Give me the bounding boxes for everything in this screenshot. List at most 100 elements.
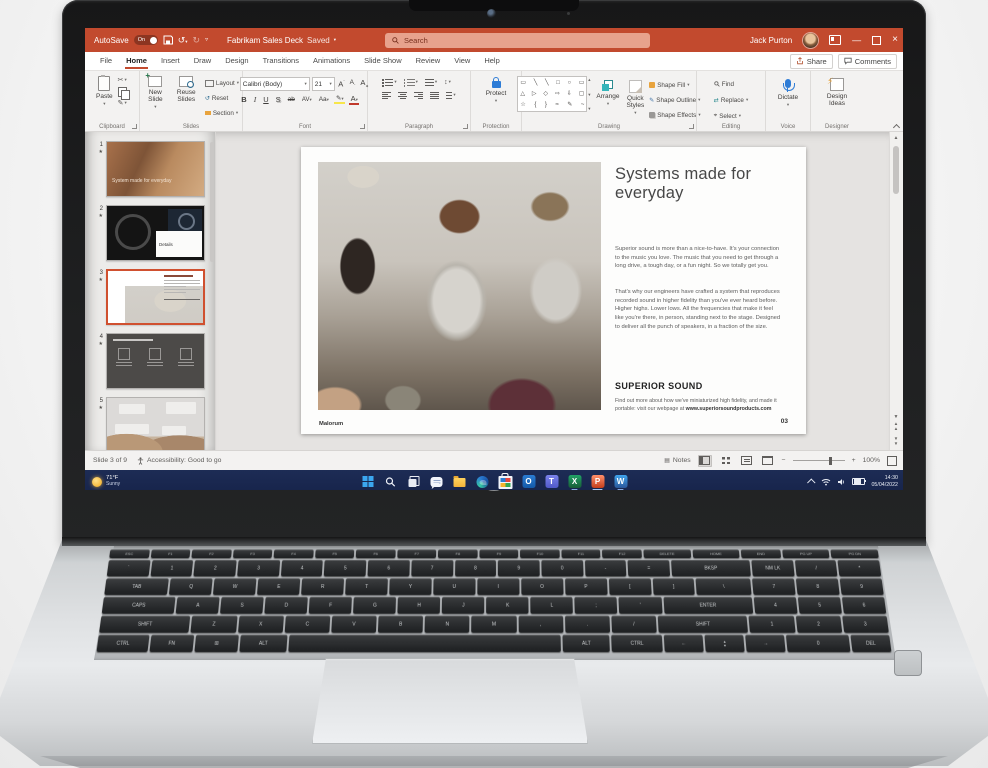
key-f4[interactable]: F4: [274, 549, 314, 558]
shape-glyph[interactable]: ▷: [532, 91, 537, 97]
key-5[interactable]: 5: [798, 597, 842, 614]
shrink-font-button[interactable]: Aˇ: [348, 80, 357, 87]
key-8[interactable]: 8: [796, 578, 840, 595]
vertical-scrollbar[interactable]: ▲ ▼ ▲▲ ▼▼: [889, 132, 903, 450]
taskbar-excel-icon[interactable]: X: [568, 473, 582, 490]
taskbar-powerpoint-icon[interactable]: P: [591, 473, 605, 490]
weather-widget[interactable]: 71°F Sunny: [85, 475, 120, 487]
key-f7[interactable]: F7: [397, 549, 436, 558]
document-title[interactable]: Fabrikam Sales Deck Saved ▾: [227, 36, 336, 45]
slide-indicator[interactable]: Slide 3 of 9: [93, 457, 127, 464]
key-i[interactable]: I: [477, 578, 519, 595]
new-slide-button[interactable]: New Slide▾: [143, 74, 168, 112]
protect-button[interactable]: Protect▾: [484, 74, 509, 106]
shapes-scroll-up-icon[interactable]: ▲: [587, 77, 591, 82]
key-v[interactable]: V: [331, 616, 377, 633]
select-button[interactable]: ⌖Select▾: [714, 110, 748, 122]
key-a[interactable]: A: [176, 597, 220, 614]
arrange-button[interactable]: Arrange▾: [594, 76, 621, 109]
key-6[interactable]: 6: [368, 560, 410, 576]
format-painter-button[interactable]: ✎▾: [118, 100, 130, 107]
key-enter[interactable]: ENTER: [663, 597, 753, 614]
shape-fill-button[interactable]: Shape Fill▾: [649, 79, 700, 91]
key-9[interactable]: 9: [498, 560, 540, 576]
key-f[interactable]: F: [309, 597, 352, 614]
key-b[interactable]: B: [378, 616, 423, 633]
zoom-out-button[interactable]: −: [782, 457, 786, 464]
taskbar-outlook-icon[interactable]: O: [522, 473, 536, 490]
slide-1-thumbnail[interactable]: System made for everyday: [106, 141, 205, 197]
key-4[interactable]: 4: [281, 560, 324, 576]
shape-glyph[interactable]: }: [545, 102, 547, 108]
slide-2-thumbnail[interactable]: Details: [106, 205, 205, 261]
line-spacing-button[interactable]: ↕▾: [444, 79, 451, 86]
align-right-button[interactable]: [414, 92, 423, 99]
tab-animations[interactable]: Animations: [306, 53, 357, 69]
reading-view-button[interactable]: [740, 455, 754, 467]
key-l[interactable]: L: [531, 597, 574, 614]
shape-glyph[interactable]: ╲: [534, 80, 538, 86]
key-backslash[interactable]: \: [696, 578, 752, 595]
comments-button[interactable]: Comments: [838, 54, 897, 69]
shape-glyph[interactable]: ✎: [567, 102, 572, 108]
taskbar-task-view-icon[interactable]: [407, 473, 421, 490]
shape-glyph[interactable]: ○: [567, 80, 571, 86]
key-caps[interactable]: CAPS: [102, 597, 176, 614]
grow-font-button[interactable]: Aˆ: [337, 80, 346, 88]
shape-effects-button[interactable]: Shape Effects▾: [649, 109, 700, 121]
taskbar-word-icon[interactable]: W: [614, 473, 628, 490]
replace-button[interactable]: ⇄Replace▾: [714, 94, 748, 106]
shape-glyph[interactable]: ≈: [555, 102, 558, 108]
slide-paragraph[interactable]: That's why our engineers have crafted a …: [615, 288, 783, 331]
key-f1[interactable]: F1: [150, 549, 190, 558]
key-f12[interactable]: F12: [602, 549, 642, 558]
bold-button[interactable]: B: [240, 96, 248, 104]
key-*[interactable]: *: [838, 560, 882, 576]
accessibility-checker[interactable]: Accessibility: Good to go: [137, 457, 221, 465]
key-1[interactable]: 1: [749, 616, 795, 633]
shape-glyph[interactable]: ⇩: [567, 91, 572, 97]
key-u[interactable]: U: [433, 578, 475, 595]
italic-button[interactable]: I: [252, 96, 258, 104]
thumbnail-scrollbar[interactable]: [210, 142, 214, 262]
customize-toolbar-icon[interactable]: ▿: [205, 37, 208, 43]
key-f9[interactable]: F9: [479, 549, 518, 558]
key-o[interactable]: O: [521, 578, 563, 595]
tab-file[interactable]: File: [93, 53, 119, 69]
section-button[interactable]: Section▾: [205, 107, 239, 119]
shape-glyph[interactable]: ╲: [545, 80, 549, 86]
keyboard[interactable]: ESCF1F2F3F4F5F6F7F8F9F10F11F12DELETEHOME…: [96, 549, 892, 656]
key-8[interactable]: 8: [455, 560, 497, 576]
user-name[interactable]: Jack Purton: [750, 36, 792, 45]
zoom-level[interactable]: 100%: [863, 457, 880, 464]
tab-draw[interactable]: Draw: [187, 53, 219, 69]
zoom-slider-thumb[interactable]: [829, 457, 832, 465]
key-/[interactable]: /: [611, 616, 657, 633]
slide-sorter-view-button[interactable]: [719, 455, 733, 467]
ribbon-display-options-icon[interactable]: [829, 35, 841, 45]
tab-help[interactable]: Help: [477, 53, 506, 69]
key-fn[interactable]: FN: [149, 635, 194, 652]
taskbar-edge-icon[interactable]: [476, 473, 490, 490]
reset-button[interactable]: ↺Reset: [205, 92, 239, 104]
key-9[interactable]: 9: [840, 578, 884, 595]
key-f11[interactable]: F11: [561, 549, 600, 558]
key--[interactable]: -: [585, 560, 627, 576]
key-win[interactable]: ⊞: [194, 635, 238, 652]
share-button[interactable]: Share: [790, 54, 833, 69]
cut-button[interactable]: ✂▾: [118, 77, 130, 84]
key-f6[interactable]: F6: [356, 549, 395, 558]
paste-button[interactable]: Paste▾: [94, 74, 115, 109]
text-direction-button[interactable]: ▾: [446, 92, 455, 99]
key-bksp[interactable]: BKSP: [671, 560, 751, 576]
minimize-button[interactable]: —: [852, 36, 861, 45]
notes-button[interactable]: ▤Notes: [664, 457, 690, 464]
tab-view[interactable]: View: [447, 53, 477, 69]
key-alt[interactable]: ALT: [563, 635, 610, 652]
key-0[interactable]: 0: [786, 635, 850, 652]
font-size-select[interactable]: 21▾: [312, 77, 335, 91]
bullets-button[interactable]: ▾: [382, 79, 396, 86]
key-f5[interactable]: F5: [315, 549, 355, 558]
key-r[interactable]: R: [301, 578, 344, 595]
key-→[interactable]: →: [745, 635, 786, 652]
